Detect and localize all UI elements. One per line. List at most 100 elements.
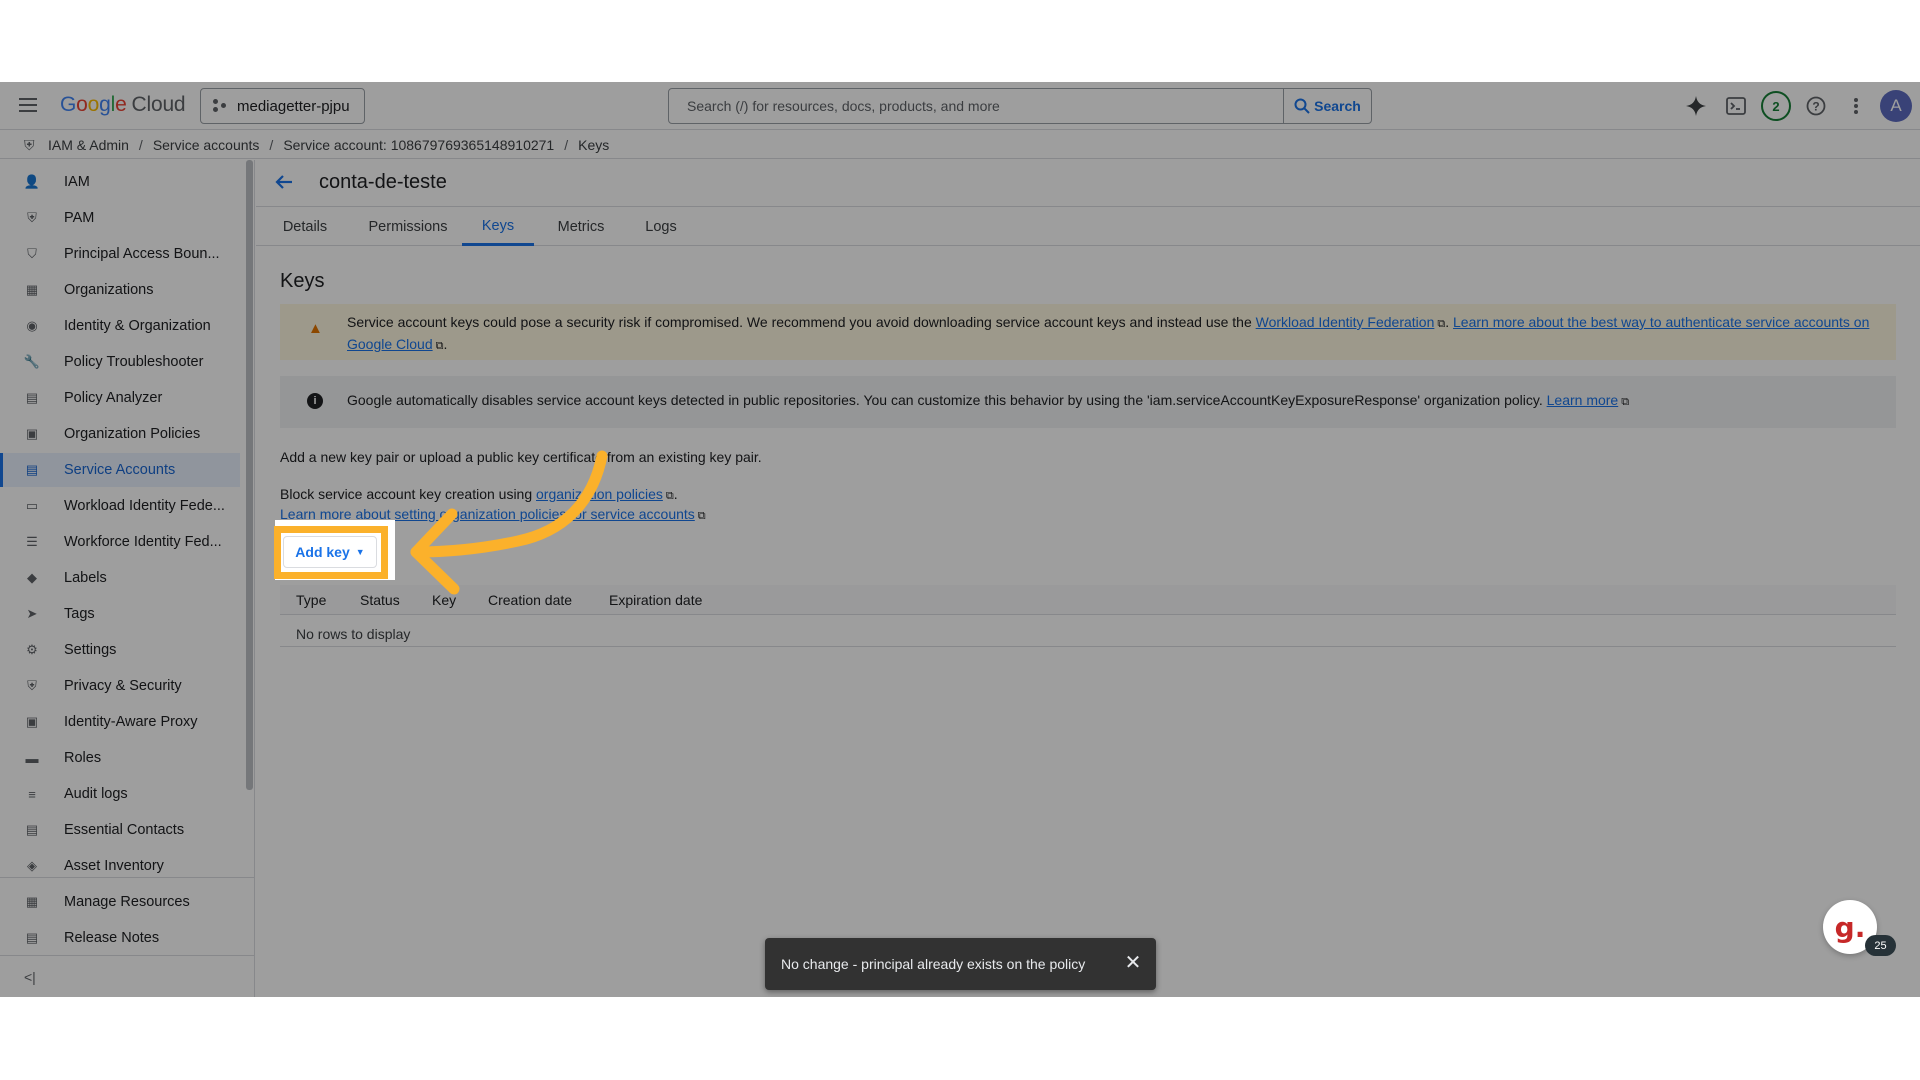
sidebar-item-essential-contacts[interactable]: ▤ Essential Contacts bbox=[0, 813, 240, 847]
page-title: conta-de-teste bbox=[319, 171, 447, 193]
list-icon: ☰ bbox=[26, 534, 38, 549]
gemini-sparkle-icon[interactable] bbox=[1683, 93, 1709, 119]
sidebar-item-label: Workload Identity Fede... bbox=[64, 498, 225, 514]
sidebar-item-release-notes[interactable]: ▤ Release Notes bbox=[0, 921, 240, 955]
sidebar-item-label: Release Notes bbox=[64, 930, 160, 946]
project-picker-button[interactable]: mediagetter-pjpu bbox=[200, 88, 365, 124]
sidebar-item-manage-resources[interactable]: ▦ Manage Resources bbox=[0, 885, 240, 919]
google-cloud-logo[interactable]: Google Cloud bbox=[60, 93, 186, 117]
sidebar-item-pam[interactable]: ⛨ PAM bbox=[0, 201, 240, 235]
breadcrumb-service-accounts[interactable]: Service accounts bbox=[153, 137, 260, 153]
warning-icon: ▲ bbox=[308, 320, 323, 337]
manage-resources-icon: ▦ bbox=[25, 894, 39, 909]
back-arrow-icon[interactable] bbox=[274, 172, 296, 194]
tab-logs[interactable]: Logs bbox=[628, 208, 694, 246]
tab-metrics[interactable]: Metrics bbox=[542, 208, 620, 246]
sidebar-item-workforce-identity-fed[interactable]: ☰ Workforce Identity Fed... bbox=[0, 525, 240, 559]
search-button[interactable]: Search bbox=[1283, 89, 1371, 123]
sidebar-item-label: Roles bbox=[64, 750, 102, 766]
sidebar-item-label: Service Accounts bbox=[64, 462, 176, 478]
sidebar-item-service-accounts[interactable]: ▤ Service Accounts bbox=[0, 453, 240, 487]
main-menu-icon[interactable] bbox=[16, 94, 40, 118]
organization-policies-link[interactable]: organization policies bbox=[536, 486, 663, 502]
sidebar-item-label: Tags bbox=[64, 606, 95, 622]
sidebar-item-labels[interactable]: ◆ Labels bbox=[0, 561, 240, 595]
sidebar-item-policy-analyzer[interactable]: ▤ Policy Analyzer bbox=[0, 381, 240, 415]
collapse-sidebar-button[interactable]: <| bbox=[0, 955, 255, 997]
breadcrumb-service-account[interactable]: Service account: 108679769365148910271 bbox=[283, 137, 554, 153]
sidebar-item-settings[interactable]: ⚙ Settings bbox=[0, 633, 240, 667]
top-bar: GoogleCloud mediagetter-pjpu Search 2 ? … bbox=[0, 82, 1920, 130]
notifications-badge[interactable]: 2 bbox=[1761, 91, 1791, 121]
sidebar-item-organizations[interactable]: ▦ Organizations bbox=[0, 273, 240, 307]
toast-notification: No change - principal already exists on … bbox=[765, 938, 1156, 990]
sidebar-item-label: Identity & Organization bbox=[64, 318, 211, 334]
info-text: Google automatically disables service ac… bbox=[347, 392, 1630, 408]
search-icon bbox=[1294, 98, 1310, 114]
block-key-description: Block service account key creation using… bbox=[280, 484, 678, 506]
sidebar-item-privacy-security[interactable]: ⛨ Privacy & Security bbox=[0, 669, 240, 703]
info-learn-more-link[interactable]: Learn more bbox=[1547, 392, 1619, 408]
sidebar-item-policy-troubleshooter[interactable]: 🔧 Policy Troubleshooter bbox=[0, 345, 240, 379]
sidebar-item-label: Policy Analyzer bbox=[64, 390, 163, 406]
column-header-expiration-date[interactable]: Expiration date bbox=[609, 592, 702, 608]
sidebar: 👤 IAM ⛨ PAM ⛉ Principal Access Boun... ▦ Organi… bbox=[0, 160, 255, 997]
external-link-icon: ⧉ bbox=[1621, 396, 1630, 408]
proxy-icon: ▣ bbox=[25, 714, 39, 729]
help-icon[interactable]: ? bbox=[1803, 93, 1829, 119]
section-title: Keys bbox=[280, 270, 325, 292]
more-vert-icon[interactable] bbox=[1843, 93, 1869, 119]
sidebar-item-iam[interactable]: 👤 IAM bbox=[0, 165, 240, 199]
tag-icon: ➤ bbox=[26, 606, 38, 621]
iam-shield-icon: ⛨ bbox=[24, 136, 35, 153]
sidebar-item-label: Organizations bbox=[64, 282, 154, 298]
info-icon: i bbox=[307, 393, 323, 409]
sidebar-item-organization-policies[interactable]: ▣ Organization Policies bbox=[0, 417, 240, 451]
sidebar-item-principal-access-boun[interactable]: ⛉ Principal Access Boun... bbox=[0, 237, 240, 271]
info-banner: i Google automatically disables service … bbox=[280, 376, 1896, 428]
cloud-shell-icon[interactable] bbox=[1723, 93, 1749, 119]
sidebar-item-roles[interactable]: ▬ Roles bbox=[0, 741, 240, 775]
wrench-icon: 🔧 bbox=[23, 354, 41, 369]
workload-identity-link[interactable]: Workload Identity Federation bbox=[1256, 314, 1435, 330]
main-content: conta-de-teste Details Permissions Keys … bbox=[256, 160, 1920, 997]
sidebar-item-label: Labels bbox=[64, 570, 107, 586]
sidebar-item-tags[interactable]: ➤ Tags bbox=[0, 597, 240, 631]
tab-permissions[interactable]: Permissions bbox=[356, 208, 460, 246]
tab-keys[interactable]: Keys bbox=[462, 208, 534, 246]
external-link-icon: ⧉ bbox=[665, 490, 674, 502]
warning-text: Service account keys could pose a securi… bbox=[347, 312, 1877, 356]
tab-details[interactable]: Details bbox=[264, 208, 346, 246]
sidebar-item-audit-logs[interactable]: ≡ Audit logs bbox=[0, 777, 240, 811]
warning-banner: ▲ Service account keys could pose a secu… bbox=[280, 304, 1896, 360]
list-box-icon: ▣ bbox=[25, 426, 39, 441]
table-divider bbox=[280, 646, 1896, 647]
sidebar-item-workload-identity-fede[interactable]: ▭ Workload Identity Fede... bbox=[0, 489, 240, 523]
breadcrumb-separator: / bbox=[269, 136, 274, 153]
column-header-type[interactable]: Type bbox=[296, 592, 326, 608]
avatar[interactable]: A bbox=[1880, 90, 1912, 122]
search-input[interactable] bbox=[669, 89, 1283, 123]
sidebar-scrollbar[interactable] bbox=[246, 160, 253, 790]
close-icon[interactable]: ✕ bbox=[1122, 952, 1144, 974]
sidebar-item-label: Asset Inventory bbox=[64, 858, 164, 874]
shield-icon: ⛨ bbox=[27, 210, 37, 225]
add-key-description: Add a new key pair or upload a public ke… bbox=[280, 449, 762, 465]
building-icon: ▦ bbox=[25, 282, 39, 297]
contacts-icon: ▤ bbox=[25, 822, 39, 837]
sidebar-item-identity-organization[interactable]: ◉ Identity & Organization bbox=[0, 309, 240, 343]
sidebar-item-label: Identity-Aware Proxy bbox=[64, 714, 198, 730]
breadcrumb-iam-admin[interactable]: IAM & Admin bbox=[48, 137, 129, 153]
sidebar-item-identity-aware-proxy[interactable]: ▣ Identity-Aware Proxy bbox=[0, 705, 240, 739]
policy-boundary-icon: ⛉ bbox=[27, 246, 37, 261]
column-header-creation-date[interactable]: Creation date bbox=[488, 592, 572, 608]
service-account-icon: ▤ bbox=[25, 462, 39, 477]
sidebar-item-label: Settings bbox=[64, 642, 117, 658]
roles-hat-icon: ▬ bbox=[25, 750, 39, 766]
column-header-key[interactable]: Key bbox=[432, 592, 456, 608]
security-shield-icon: ⛨ bbox=[27, 678, 37, 693]
column-header-status[interactable]: Status bbox=[360, 592, 400, 608]
project-nodes-icon bbox=[213, 99, 227, 113]
toast-message: No change - principal already exists on … bbox=[781, 956, 1086, 972]
keys-table-header: Type Status Key Creation date Expiration… bbox=[280, 585, 1896, 615]
